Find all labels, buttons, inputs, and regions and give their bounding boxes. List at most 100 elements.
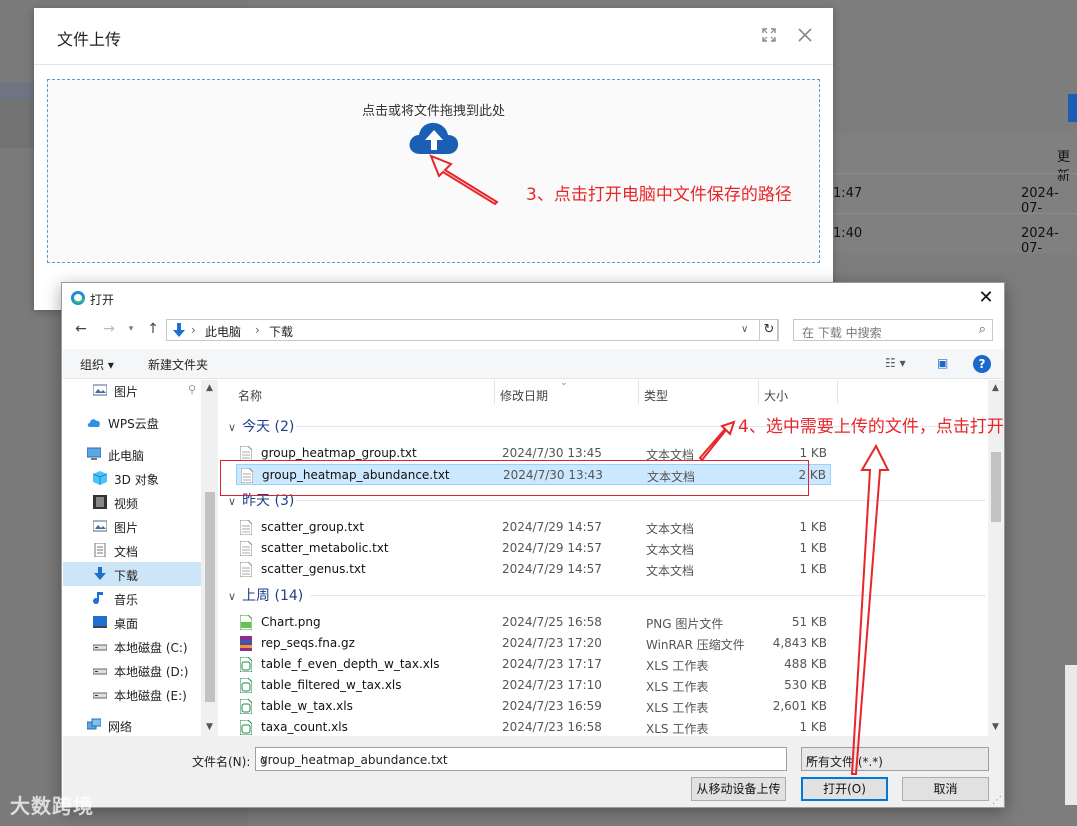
text-file-icon <box>240 562 252 577</box>
help-icon[interactable]: ? <box>973 355 991 373</box>
picture-icon <box>93 384 107 396</box>
list-item[interactable]: taxa_count.xls 2024/7/23 16:58 XLS 工作表 1… <box>236 717 831 736</box>
archive-file-icon <box>240 636 252 651</box>
chevron-down-icon[interactable]: ∨ <box>260 752 782 766</box>
chevron-down-icon[interactable]: ∨ <box>741 324 748 335</box>
fullscreen-icon[interactable] <box>760 26 778 44</box>
column-header-size[interactable]: 大小 <box>764 387 788 404</box>
desktop-icon <box>93 616 107 628</box>
column-header-date[interactable]: 修改日期 <box>500 387 548 404</box>
list-item[interactable]: table_w_tax.xls 2024/7/23 16:59 XLS 工作表 … <box>236 696 831 717</box>
nav-item-this-pc[interactable]: 此电脑 <box>63 442 201 466</box>
close-icon[interactable]: ✕ <box>976 287 996 308</box>
text-file-icon <box>240 520 252 535</box>
drive-icon <box>93 644 107 651</box>
nav-label: 文档 <box>114 545 139 559</box>
sort-indicator-icon: ⌄ <box>560 380 568 388</box>
new-folder-button[interactable]: 新建文件夹 <box>148 356 208 373</box>
watermark: 大数跨境 <box>10 794 94 818</box>
nav-scrollbar[interactable]: ▲ ▼ <box>202 380 218 736</box>
list-item[interactable]: table_filtered_w_tax.xls 2024/7/23 17:10… <box>236 675 831 696</box>
list-item[interactable]: rep_seqs.fna.gz 2024/7/23 17:20 WinRAR 压… <box>236 633 831 654</box>
dropzone-text: 点击或将文件拖拽到此处 <box>361 104 505 119</box>
music-icon <box>93 592 103 605</box>
background-date: 2024-07- <box>1021 186 1059 216</box>
forward-arrow-icon[interactable]: → <box>100 321 118 337</box>
nav-item-pictures[interactable]: 图片 <box>63 514 201 538</box>
back-arrow-icon[interactable]: ← <box>72 321 90 337</box>
breadcrumb-item[interactable]: 此电脑 <box>205 323 241 340</box>
nav-label: 视频 <box>114 497 139 511</box>
video-icon <box>93 495 107 509</box>
background-button <box>1068 94 1077 122</box>
nav-label: WPS云盘 <box>108 417 159 431</box>
nav-item-desktop[interactable]: 桌面 <box>63 610 201 634</box>
search-icon: ⌕ <box>978 322 986 337</box>
picture-icon <box>93 520 107 532</box>
list-item[interactable]: scatter_group.txt 2024/7/29 14:57 文本文档 1… <box>236 517 831 538</box>
group-header[interactable]: ∨ 今天 (2) <box>228 416 294 436</box>
list-item[interactable]: scatter_metabolic.txt 2024/7/29 14:57 文本… <box>236 538 831 559</box>
column-header-type[interactable]: 类型 <box>644 387 668 404</box>
preview-pane-icon[interactable]: ▣ <box>937 356 948 370</box>
close-icon[interactable] <box>796 26 814 44</box>
navigation-pane: 图片 ⚲ WPS云盘 此电脑 3D 对象 视频 图片 文档 下载 音乐 桌面 本… <box>63 380 202 736</box>
nav-item-downloads[interactable]: 下载 <box>63 562 201 586</box>
download-icon <box>94 567 106 580</box>
document-icon <box>94 543 106 557</box>
list-item[interactable]: table_f_even_depth_w_tax.xls 2024/7/23 1… <box>236 654 831 675</box>
nav-item-documents[interactable]: 文档 <box>63 538 201 562</box>
xls-file-icon <box>240 699 252 714</box>
nav-item-3d-objects[interactable]: 3D 对象 <box>63 466 201 490</box>
computer-icon <box>87 447 101 460</box>
nav-label: 本地磁盘 (C:) <box>114 641 188 655</box>
list-item[interactable]: scatter_genus.txt 2024/7/29 14:57 文本文档 1… <box>236 559 831 580</box>
group-header[interactable]: ∨ 上周 (14) <box>228 585 303 605</box>
list-item[interactable]: Chart.png 2024/7/25 16:58 PNG 图片文件 51 KB <box>236 612 831 633</box>
xls-file-icon <box>240 720 252 735</box>
cancel-button[interactable]: 取消 <box>902 777 989 801</box>
filename-label: 文件名(N): <box>192 755 251 769</box>
search-input[interactable]: 在 下载 中搜索 ⌕ <box>793 319 993 341</box>
annotation-step3: 3、点击打开电脑中文件保存的路径 <box>526 185 792 205</box>
text-file-icon <box>240 446 252 461</box>
chevron-down-icon[interactable]: ▾ <box>122 324 140 334</box>
scrollbar-thumb[interactable] <box>991 452 1001 522</box>
breadcrumb-item[interactable]: 下载 <box>269 323 293 340</box>
nav-item-pictures-quick[interactable]: 图片 ⚲ <box>63 380 201 402</box>
nav-item-network[interactable]: 网络 <box>63 713 201 736</box>
dialog-title: 打开 <box>90 293 115 307</box>
nav-item-wps-cloud[interactable]: WPS云盘 <box>63 410 201 434</box>
drive-icon <box>93 668 107 675</box>
nav-label: 网络 <box>108 720 133 734</box>
column-header-name[interactable]: 名称 <box>238 387 262 404</box>
view-options-icon[interactable]: ☷ ▾ <box>885 356 906 370</box>
upload-from-mobile-button[interactable]: 从移动设备上传 <box>691 777 786 801</box>
nav-item-videos[interactable]: 视频 <box>63 490 201 514</box>
text-file-icon <box>240 541 252 556</box>
background-time: 1:40 <box>833 226 863 241</box>
refresh-icon[interactable]: ↻ <box>759 319 779 341</box>
xls-file-icon <box>240 678 252 693</box>
nav-item-drive-d[interactable]: 本地磁盘 (D:) <box>63 658 201 682</box>
nav-label: 下载 <box>114 569 139 583</box>
scrollbar-thumb[interactable] <box>205 492 215 702</box>
annotation-step4: 4、选中需要上传的文件，点击打开 <box>738 417 1004 437</box>
nav-item-drive-e[interactable]: 本地磁盘 (E:) <box>63 682 201 706</box>
up-arrow-icon[interactable]: ↑ <box>144 321 162 337</box>
address-bar[interactable]: › 此电脑 › 下载 ∨ <box>166 319 778 341</box>
nav-label: 3D 对象 <box>114 473 159 487</box>
nav-item-music[interactable]: 音乐 <box>63 586 201 610</box>
xls-file-icon <box>240 657 252 672</box>
annotation-arrow <box>429 154 499 206</box>
organize-button[interactable]: 组织 ▾ <box>80 356 114 373</box>
nav-label: 图片 <box>114 521 139 535</box>
nav-label: 此电脑 <box>108 449 145 463</box>
filename-input[interactable]: group_heatmap_abundance.txt ∨ <box>255 747 787 771</box>
nav-label: 本地磁盘 (E:) <box>114 689 187 703</box>
nav-item-drive-c[interactable]: 本地磁盘 (C:) <box>63 634 201 658</box>
open-button[interactable]: 打开(O) <box>801 777 888 801</box>
resize-grip-icon[interactable]: ⋰ <box>992 795 1002 806</box>
annotation-arrow <box>850 443 890 775</box>
divider <box>34 64 833 65</box>
